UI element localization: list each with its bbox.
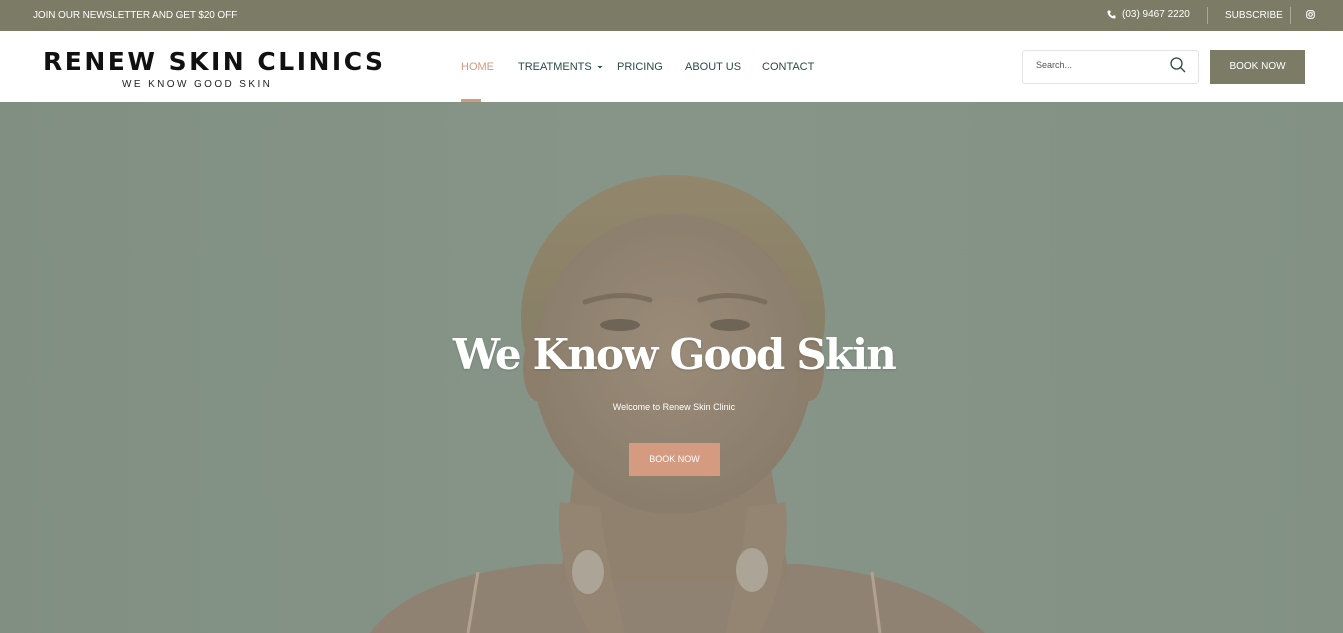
newsletter-promo-link[interactable]: JOIN OUR NEWSLETTER AND GET $20 OFF (33, 10, 237, 21)
search-button[interactable] (1169, 56, 1187, 79)
divider (1290, 7, 1291, 24)
nav-about-us[interactable]: ABOUT US (685, 61, 741, 73)
instagram-link[interactable] (1306, 10, 1315, 22)
search-box (1022, 50, 1199, 84)
site-header: RENEW SKIN CLINICS WE KNOW GOOD SKIN HOM… (0, 31, 1343, 102)
instagram-icon (1306, 10, 1315, 19)
nav-pricing[interactable]: PRICING (617, 61, 663, 73)
phone-number: (03) 9467 2220 (1122, 9, 1190, 20)
top-bar: JOIN OUR NEWSLETTER AND GET $20 OFF (03)… (0, 0, 1343, 31)
book-now-button[interactable]: BOOK NOW (1210, 50, 1305, 84)
subscribe-link[interactable]: SUBSCRIBE (1225, 10, 1283, 21)
logo-tagline: WE KNOW GOOD SKIN (122, 79, 273, 90)
hero-subtitle: Welcome to Renew Skin Clinic (612, 402, 736, 412)
hero-section: We Know Good Skin Welcome to Renew Skin … (0, 102, 1343, 633)
nav-contact[interactable]: CONTACT (762, 61, 814, 73)
phone-link[interactable]: (03) 9467 2220 (1107, 9, 1190, 20)
nav-treatments[interactable]: TREATMENTS (518, 61, 603, 73)
phone-icon (1107, 10, 1116, 19)
logo-title: RENEW SKIN CLINICS (43, 47, 386, 76)
divider (1207, 7, 1208, 24)
search-input[interactable] (1036, 60, 1166, 70)
hero-title: We Know Good Skin (452, 330, 897, 379)
nav-treatments-label: TREATMENTS (518, 61, 592, 73)
caret-down-icon (597, 66, 603, 69)
nav-home[interactable]: HOME (461, 61, 494, 73)
hero-book-now-button[interactable]: BOOK NOW (629, 443, 720, 476)
search-icon (1170, 57, 1186, 73)
